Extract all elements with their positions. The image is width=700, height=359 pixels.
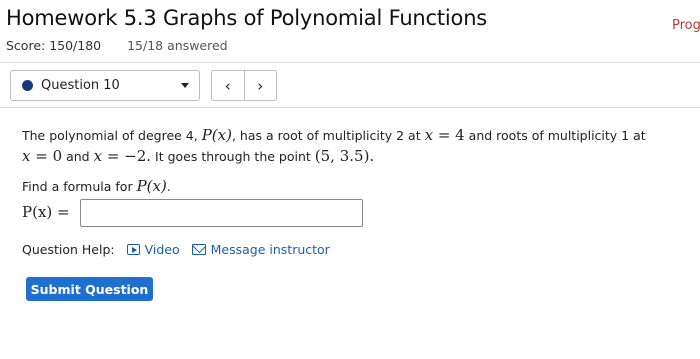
- page-title: Homework 5.3 Graphs of Polynomial Functi…: [6, 6, 488, 30]
- message-instructor-link[interactable]: Message instructor: [191, 242, 330, 257]
- header-divider: [0, 62, 700, 63]
- find-formula-prompt: Find a formula for P(x).: [22, 177, 171, 195]
- score-text: Score: 150/180: [6, 38, 102, 53]
- question-help-label: Question Help:: [22, 242, 115, 257]
- answered-count: 15/18 answered: [127, 38, 228, 53]
- progress-link[interactable]: Prog: [672, 18, 700, 33]
- message-instructor-label: Message instructor: [210, 242, 330, 257]
- math-point: (5, 3.5).: [314, 147, 375, 165]
- question-select[interactable]: Question 10: [10, 70, 200, 101]
- question-select-label: Question 10: [41, 78, 120, 93]
- video-play-icon: [126, 244, 140, 255]
- question-help: Question Help: Video Message instructor: [22, 242, 330, 257]
- previous-question-button[interactable]: ‹: [212, 71, 245, 100]
- problem-statement: The polynomial of degree 4, P(x), has a …: [22, 126, 646, 165]
- chevron-down-icon: [181, 83, 189, 88]
- math-p-of-x: P(x): [201, 126, 232, 144]
- answer-label: P(x) =: [22, 203, 70, 221]
- question-nav-group: ‹ ›: [211, 70, 277, 101]
- mail-icon: [191, 244, 206, 255]
- next-question-button[interactable]: ›: [245, 71, 277, 100]
- nav-divider: [0, 107, 700, 108]
- submit-question-button[interactable]: Submit Question: [26, 277, 153, 301]
- video-link[interactable]: Video: [126, 242, 180, 257]
- question-status-dot: [22, 80, 33, 91]
- video-link-label: Video: [144, 242, 180, 257]
- answer-input[interactable]: [80, 199, 363, 227]
- score-row: Score: 150/180 15/18 answered: [6, 38, 228, 53]
